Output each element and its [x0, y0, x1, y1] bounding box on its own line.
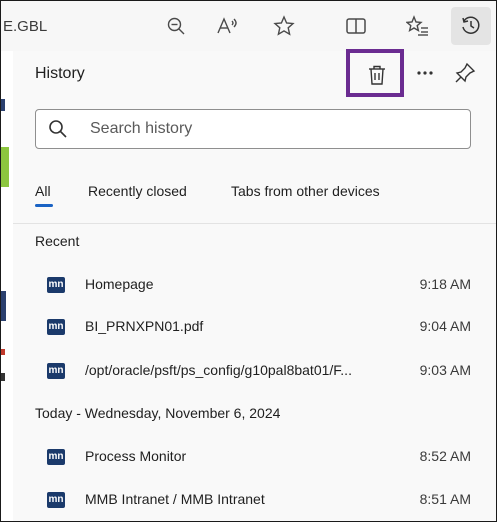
tab-all[interactable]: All [35, 183, 51, 199]
history-item[interactable]: mn /opt/oracle/psft/ps_config/g10pal8bat… [35, 355, 481, 387]
panel-title: History [35, 65, 85, 82]
zoom-out-icon[interactable] [163, 13, 189, 39]
divider [13, 223, 496, 224]
more-options-icon[interactable] [413, 61, 437, 85]
favorites-list-icon[interactable] [405, 13, 431, 39]
history-item[interactable]: mn MMB Intranet / MMB Intranet 8:51 AM [35, 484, 481, 516]
site-favicon-icon: mn [47, 319, 65, 335]
page-fragment [1, 373, 5, 381]
history-item-time: 9:18 AM [419, 276, 471, 292]
site-favicon-icon: mn [47, 492, 65, 508]
history-panel: History All Recently closed Tabs from ot… [13, 49, 496, 521]
tab-other-devices[interactable]: Tabs from other devices [231, 183, 380, 199]
history-item-time: 9:04 AM [419, 318, 471, 334]
page-fragment [1, 99, 5, 111]
search-input[interactable] [90, 117, 450, 141]
page-fragment [1, 349, 5, 355]
tab-recently-closed[interactable]: Recently closed [88, 183, 187, 199]
history-item-title: Homepage [85, 276, 154, 292]
history-item[interactable]: mn Process Monitor 8:52 AM [35, 441, 481, 473]
history-item-title: BI_PRNXPN01.pdf [85, 318, 204, 334]
site-favicon-icon: mn [47, 277, 65, 293]
trash-highlight-box [346, 49, 404, 97]
page-fragment [1, 147, 9, 187]
history-item[interactable]: mn Homepage 9:18 AM [35, 269, 481, 301]
history-button[interactable] [451, 7, 491, 45]
active-tab-underline [35, 204, 53, 207]
history-item-title: Process Monitor [85, 448, 187, 464]
search-box[interactable] [35, 109, 471, 149]
history-item-title: /opt/oracle/psft/ps_config/g10pal8bat01/… [85, 362, 352, 378]
history-item-time: 9:03 AM [419, 362, 471, 378]
address-bar-fragment[interactable]: E.GBL [3, 18, 47, 35]
history-icon [458, 13, 484, 39]
history-item[interactable]: mn BI_PRNXPN01.pdf 9:04 AM [35, 311, 481, 343]
browser-toolbar: E.GBL [1, 1, 496, 52]
split-screen-icon[interactable] [343, 13, 369, 39]
history-item-title: MMB Intranet / MMB Intranet [85, 491, 265, 507]
pin-icon[interactable] [453, 61, 477, 85]
favorite-star-icon[interactable] [271, 13, 297, 39]
section-label-recent: Recent [35, 233, 80, 249]
read-aloud-icon[interactable] [215, 13, 241, 39]
site-favicon-icon: mn [47, 363, 65, 379]
browser-window: E.GBL History Search history All Recentl… [0, 0, 497, 522]
page-fragment [1, 291, 6, 321]
history-item-time: 8:52 AM [419, 448, 471, 464]
search-icon [48, 119, 68, 139]
history-item-time: 8:51 AM [419, 491, 471, 507]
section-label-today: Today - Wednesday, November 6, 2024 [35, 405, 281, 421]
site-favicon-icon: mn [47, 449, 65, 465]
